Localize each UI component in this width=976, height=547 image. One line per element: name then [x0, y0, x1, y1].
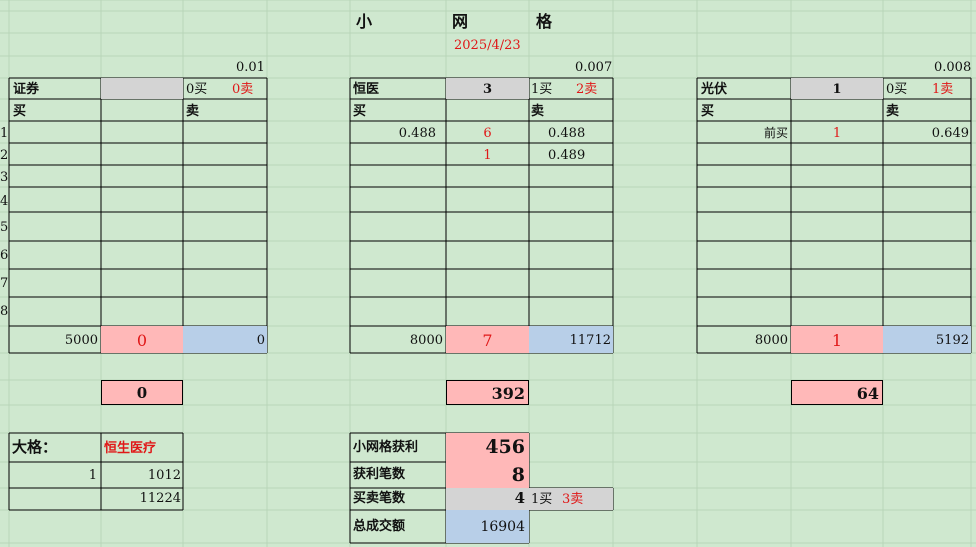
healthcare-step: 0.007	[575, 60, 613, 75]
row-number: 5	[0, 220, 9, 235]
solar-count: 1	[832, 82, 842, 97]
summary-sell-badge: 3卖	[562, 492, 584, 507]
securities-profit: 0	[136, 384, 148, 402]
solar-row1-sell: 0.649	[931, 126, 969, 141]
solar-row1-qty: 1	[832, 126, 842, 141]
healthcare-col-sell: 卖	[531, 104, 545, 119]
row-number: 4	[0, 194, 9, 209]
healthcare-sell-badge: 2卖	[576, 82, 598, 97]
summary-trades: 4	[514, 489, 525, 507]
healthcare-amount: 11712	[569, 333, 611, 348]
solar-col-sell: 卖	[886, 104, 900, 119]
healthcare-trades: 7	[482, 331, 493, 350]
securities-base: 5000	[64, 333, 98, 348]
healthcare-count: 3	[482, 82, 493, 97]
row-number: 3	[0, 170, 9, 185]
title-char-3: 格	[536, 12, 553, 31]
row-number: 6	[0, 248, 9, 263]
summary-wins: 8	[511, 464, 525, 486]
healthcare-row1-qty: 6	[483, 126, 492, 141]
solar-sell-badge: 1卖	[932, 82, 954, 97]
securities-trades: 0	[136, 331, 148, 350]
row-number: 7	[0, 276, 9, 291]
securities-col-buy: 买	[13, 104, 27, 119]
row-number: 2	[0, 148, 9, 163]
summary-wins-label: 获利笔数	[353, 467, 406, 482]
securities-step: 0.01	[236, 60, 265, 75]
summary-buy-badge: 1买	[531, 492, 553, 507]
summary-profit-label: 小网格获利	[353, 440, 419, 455]
row-number: 8	[0, 304, 9, 319]
securities-amount: 0	[256, 333, 265, 348]
securities-col-sell: 卖	[186, 104, 200, 119]
big-grid-value2: 11224	[139, 491, 181, 506]
healthcare-row2-sell: 0.489	[548, 148, 586, 163]
solar-row1-label: 前买	[763, 126, 788, 140]
solar-buy-badge: 0买	[886, 82, 908, 97]
healthcare-base: 8000	[409, 333, 443, 348]
solar-name: 光伏	[701, 82, 728, 97]
big-grid-value1: 1012	[147, 468, 181, 483]
healthcare-profit: 392	[491, 384, 525, 403]
healthcare-row1-buy: 0.488	[398, 126, 436, 141]
row-number: 1	[0, 126, 9, 141]
big-grid-count: 1	[88, 468, 97, 483]
big-grid-label: 大格：	[12, 438, 58, 456]
healthcare-name: 恒医	[353, 82, 380, 97]
summary-volume: 16904	[480, 519, 525, 535]
solar-amount: 5192	[935, 333, 969, 348]
big-grid-name: 恒生医疗	[104, 441, 157, 456]
securities-sell-badge: 0卖	[232, 82, 254, 97]
securities-count-cell[interactable]	[101, 78, 183, 99]
solar-base: 8000	[754, 333, 788, 348]
solar-step: 0.008	[934, 60, 972, 75]
securities-buy-badge: 0买	[186, 82, 208, 97]
securities-name: 证券	[13, 82, 40, 97]
title-char-2: 网	[452, 12, 469, 31]
solar-profit: 64	[856, 384, 879, 403]
summary-trades-label: 买卖笔数	[353, 491, 406, 506]
summary-volume-label: 总成交额	[353, 519, 406, 534]
healthcare-col-buy: 买	[353, 104, 367, 119]
healthcare-row2-qty: 1	[483, 148, 492, 163]
healthcare-buy-badge: 1买	[531, 82, 553, 97]
solar-trades: 1	[831, 331, 843, 350]
summary-profit: 456	[485, 436, 525, 458]
title-char-1: 小	[356, 12, 373, 31]
healthcare-row1-sell: 0.488	[548, 126, 586, 141]
solar-col-buy: 买	[701, 104, 715, 119]
date-cell: 2025/4/23	[454, 38, 521, 53]
